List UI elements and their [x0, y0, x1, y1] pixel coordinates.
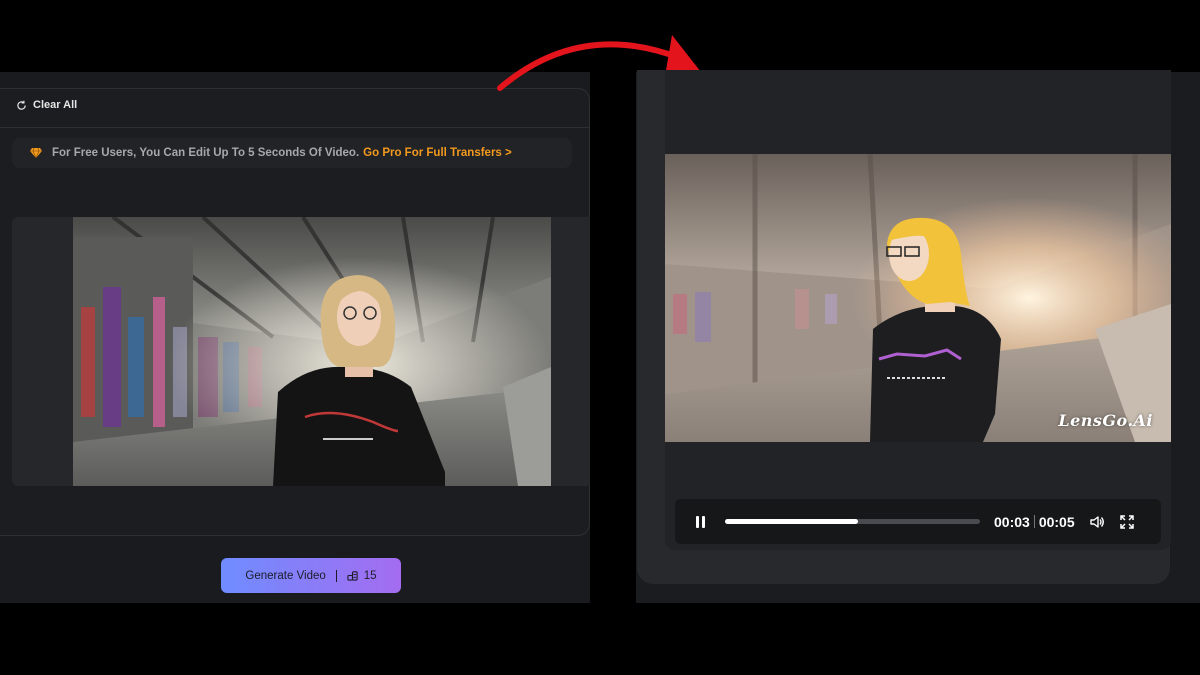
generate-video-button[interactable]: Generate Video 15: [221, 558, 401, 593]
refresh-icon: [17, 100, 26, 110]
notice-text: For Free Users, You Can Edit Up To 5 Sec…: [52, 147, 360, 159]
divider: [0, 127, 590, 128]
clear-all-button[interactable]: Clear All: [16, 99, 77, 111]
upload-card: Clear All For Free Users, You Can Edit U…: [0, 88, 590, 536]
watermark: LensGo.Ai: [1058, 411, 1153, 430]
coins-icon: [347, 571, 358, 581]
result-frame-illustration: [665, 154, 1171, 442]
pause-button[interactable]: [689, 511, 711, 533]
fullscreen-icon: [1119, 514, 1134, 529]
result-card: LensGo.Ai 00:03 00:05: [637, 70, 1171, 584]
editor-panel: Clear All For Free Users, You Can Edit U…: [0, 72, 590, 603]
clear-all-label: Clear All: [33, 99, 78, 111]
current-time: 00:03: [994, 513, 1030, 530]
time-display: 00:03 00:05: [994, 514, 1075, 530]
result-panel: LensGo.Ai 00:03 00:05: [636, 70, 1200, 603]
progress-bar[interactable]: [725, 519, 980, 524]
video-controls: 00:03 00:05: [675, 499, 1161, 544]
diamond-icon: [30, 148, 42, 158]
free-user-notice: For Free Users, You Can Edit Up To 5 Sec…: [12, 138, 572, 168]
volume-button[interactable]: [1087, 512, 1107, 532]
source-photo-illustration: [73, 217, 551, 486]
total-time: 00:05: [1038, 513, 1075, 530]
time-separator: [1033, 515, 1035, 528]
source-video-preview: [12, 217, 590, 486]
generate-video-label: Generate Video: [245, 569, 326, 582]
result-video[interactable]: LensGo.Ai: [665, 154, 1171, 442]
go-pro-link[interactable]: Go Pro For Full Transfers >: [363, 147, 512, 159]
volume-icon: [1089, 515, 1104, 528]
pause-icon: [694, 515, 706, 528]
credit-cost: 15: [363, 569, 377, 582]
source-frame-image: [73, 217, 551, 486]
result-player-container: LensGo.Ai 00:03 00:05: [665, 70, 1171, 550]
button-separator: [335, 569, 337, 582]
fullscreen-button[interactable]: [1117, 512, 1137, 532]
progress-fill: [725, 519, 858, 524]
